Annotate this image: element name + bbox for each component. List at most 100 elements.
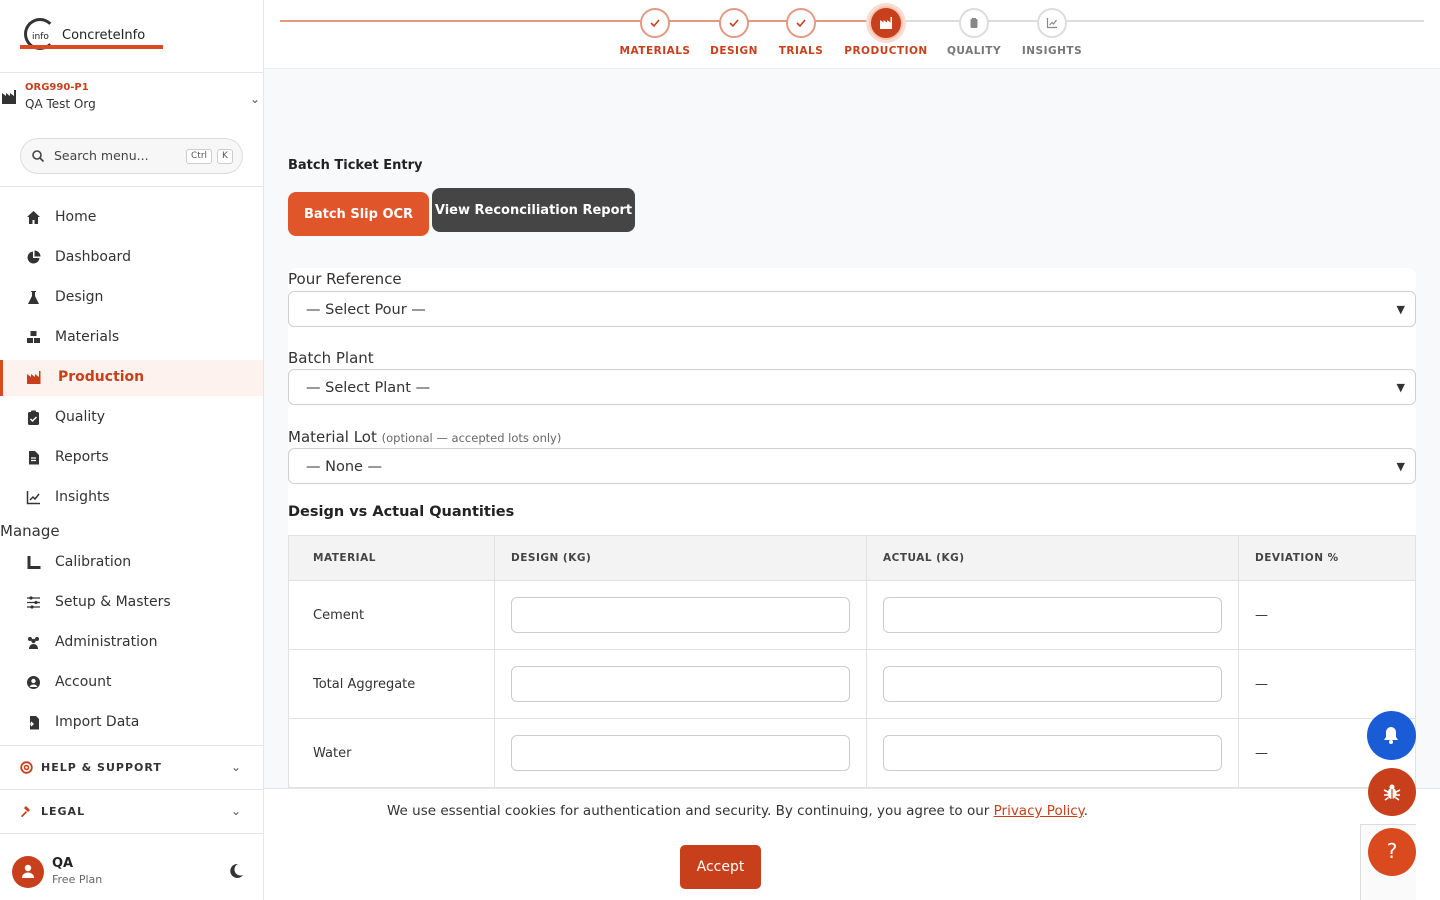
- cookie-message: We use essential cookies for authenticat…: [387, 803, 1088, 819]
- col-material: MATERIAL: [288, 535, 495, 581]
- help-button[interactable]: ?: [1368, 828, 1416, 876]
- line-chart-icon: [26, 491, 40, 505]
- design-cell: [494, 649, 867, 719]
- logo-underline: [20, 45, 163, 49]
- actual-kg-input[interactable]: [883, 666, 1222, 702]
- logo-mark: info: [32, 32, 49, 42]
- file-import-icon: [27, 716, 39, 730]
- sidebar-item-account[interactable]: Account: [0, 665, 263, 701]
- search-icon: [32, 150, 45, 163]
- home-icon: [27, 211, 40, 224]
- brand-logo[interactable]: info ConcreteInfo: [20, 18, 164, 50]
- factory-icon: [880, 17, 892, 29]
- material-name: Total Aggregate: [288, 649, 495, 719]
- design-cell: [494, 718, 867, 788]
- step-label: PRODUCTION: [844, 45, 928, 57]
- avatar: [12, 856, 44, 888]
- user-icon: [22, 864, 34, 878]
- sidebar-item-insights[interactable]: Insights: [0, 480, 263, 516]
- report-bug-button[interactable]: [1368, 768, 1416, 816]
- step-materials[interactable]: MATERIALS: [610, 8, 700, 64]
- quantities-heading: Design vs Actual Quantities: [288, 504, 515, 520]
- step-production[interactable]: PRODUCTION: [841, 6, 931, 64]
- material-lot-select[interactable]: — None — ▼: [288, 448, 1416, 484]
- actual-kg-input[interactable]: [883, 735, 1222, 771]
- privacy-policy-link[interactable]: Privacy Policy: [994, 803, 1084, 819]
- material-lot-label: Material Lot (optional — accepted lots o…: [288, 428, 561, 446]
- view-reconciliation-report-button[interactable]: View Reconciliation Report: [432, 188, 635, 232]
- sidebar-item-import-data[interactable]: Import Data: [0, 705, 263, 741]
- search-placeholder: Search menu...: [54, 148, 149, 163]
- table-row: Cement —: [288, 580, 1416, 650]
- sidebar-item-reports[interactable]: Reports: [0, 440, 263, 476]
- col-deviation: DEVIATION %: [1238, 535, 1416, 581]
- sidebar-item-design[interactable]: Design: [0, 280, 263, 316]
- actual-cell: [866, 649, 1239, 719]
- legal-section[interactable]: LEGAL ⌄: [0, 790, 263, 834]
- design-kg-input[interactable]: [511, 735, 850, 771]
- pour-reference-select[interactable]: — Select Pour — ▼: [288, 291, 1416, 327]
- help-support-section[interactable]: HELP & SUPPORT ⌄: [0, 746, 263, 790]
- design-kg-input[interactable]: [511, 666, 850, 702]
- pour-reference-label: Pour Reference: [288, 270, 402, 288]
- sidebar-item-label: Materials: [55, 329, 120, 345]
- chevron-down-icon: ▼: [1396, 303, 1405, 316]
- step-quality[interactable]: QUALITY: [929, 8, 1019, 64]
- page-title: Batch Ticket Entry: [288, 158, 423, 173]
- org-switcher[interactable]: ORG990-P1 QA Test Org ⌄: [0, 80, 263, 116]
- col-actual: ACTUAL (KG): [866, 535, 1239, 581]
- bell-icon: [1384, 727, 1398, 744]
- sidebar-item-label: Insights: [55, 489, 110, 505]
- manage-heading: Manage: [0, 522, 60, 540]
- quantities-table: MATERIAL DESIGN (KG) ACTUAL (KG) DEVIATI…: [288, 535, 1416, 788]
- step-dot: [640, 8, 670, 38]
- cookie-period: .: [1083, 803, 1088, 819]
- batch-slip-ocr-button[interactable]: Batch Slip OCR: [288, 192, 429, 236]
- factory-icon: [27, 371, 41, 384]
- sidebar-item-setup-masters[interactable]: Setup & Masters: [0, 585, 263, 621]
- deviation-value: —: [1238, 580, 1416, 650]
- check-icon: [729, 19, 739, 28]
- sidebar-item-production[interactable]: Production: [0, 360, 263, 396]
- workflow-stepper: MATERIALS DESIGN TRIALS PRODUCTION QUALI…: [264, 0, 1440, 69]
- section-label: HELP & SUPPORT: [41, 761, 162, 774]
- sidebar-item-home[interactable]: Home: [0, 200, 263, 236]
- step-trials[interactable]: TRIALS: [756, 8, 846, 64]
- sidebar-item-label: Administration: [55, 634, 158, 650]
- actual-kg-input[interactable]: [883, 597, 1222, 633]
- sidebar-item-administration[interactable]: Administration: [0, 625, 263, 661]
- material-name: Cement: [288, 580, 495, 650]
- org-code: ORG990-P1: [25, 82, 89, 93]
- question-icon: ?: [1386, 839, 1398, 863]
- table-row: Total Aggregate —: [288, 649, 1416, 719]
- step-insights[interactable]: INSIGHTS: [1007, 8, 1097, 64]
- batch-plant-select[interactable]: — Select Plant — ▼: [288, 369, 1416, 405]
- notifications-button[interactable]: [1367, 711, 1416, 760]
- sidebar-item-calibration[interactable]: Calibration: [0, 545, 263, 581]
- flask-icon: [28, 291, 39, 304]
- chevron-down-icon: ⌄: [231, 804, 242, 818]
- material-name: Water: [288, 718, 495, 788]
- user-profile[interactable]: QA Free Plan: [0, 846, 263, 900]
- col-design: DESIGN (KG): [494, 535, 867, 581]
- sidebar-item-label: Calibration: [55, 554, 132, 570]
- sidebar-item-dashboard[interactable]: Dashboard: [0, 240, 263, 276]
- dark-mode-toggle-icon[interactable]: [228, 863, 244, 879]
- bug-icon: [1383, 784, 1401, 801]
- step-dot: [959, 8, 989, 38]
- sidebar-item-quality[interactable]: Quality: [0, 400, 263, 436]
- chevron-down-icon: ⌄: [250, 92, 261, 106]
- chevron-down-icon: ⌄: [231, 760, 242, 774]
- design-kg-input[interactable]: [511, 597, 850, 633]
- divider: [0, 833, 263, 834]
- shortcut-ctrl: Ctrl: [186, 149, 213, 164]
- search-menu-input[interactable]: Search menu... Ctrl K: [20, 138, 243, 174]
- select-value: — Select Plant —: [306, 380, 431, 396]
- file-icon: [29, 451, 39, 465]
- sidebar-item-label: Design: [55, 289, 104, 305]
- sidebar-item-materials[interactable]: Materials: [0, 320, 263, 356]
- step-label: INSIGHTS: [1021, 45, 1083, 57]
- ruler-icon: [27, 556, 41, 569]
- step-dot: [786, 8, 816, 38]
- accept-cookies-button[interactable]: Accept: [680, 845, 761, 889]
